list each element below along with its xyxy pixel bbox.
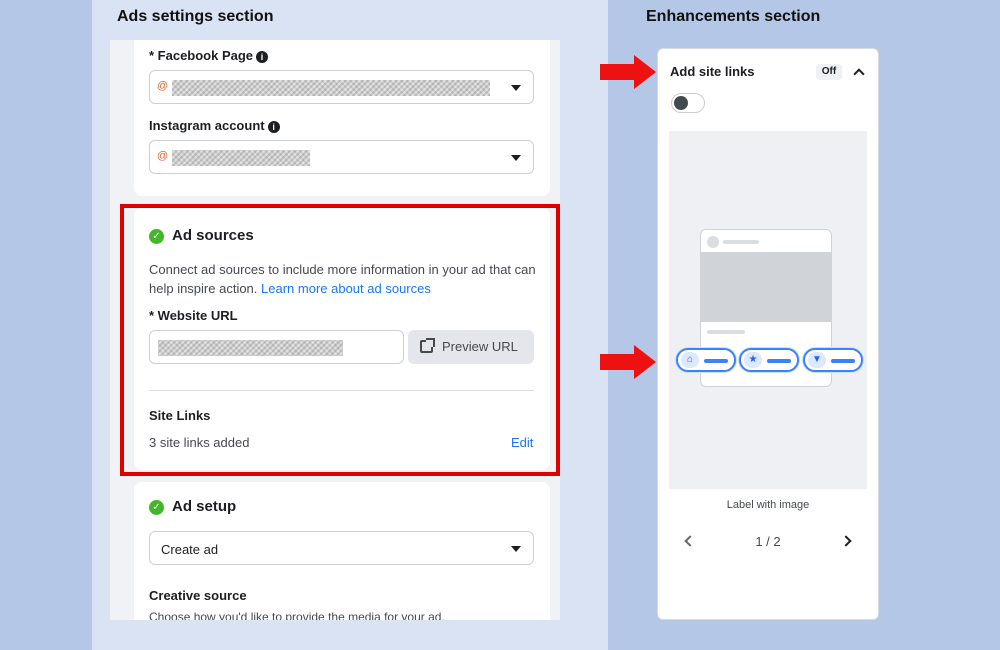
- identity-card: * Facebook Page i @ Instagram account i @: [134, 40, 550, 196]
- check-circle-icon: ✓: [149, 500, 164, 515]
- arrow-shaft: [600, 64, 636, 80]
- image-placeholder: [701, 252, 831, 322]
- toggle-knob: [674, 96, 688, 110]
- preview-caption: Label with image: [726, 499, 810, 511]
- info-icon[interactable]: i: [267, 121, 280, 133]
- pill-label-placeholder: [704, 359, 728, 363]
- ad-setup-title: Ad setup: [172, 498, 237, 515]
- text-placeholder: [723, 240, 759, 244]
- redacted-page-name: [172, 80, 490, 96]
- add-site-links-title: Add site links: [670, 64, 755, 79]
- instagram-account-label-text: Instagram account: [149, 118, 265, 133]
- caret-down-icon: [511, 546, 521, 552]
- instagram-account-select[interactable]: @: [149, 140, 534, 174]
- arrow-right-icon: [600, 345, 656, 379]
- pager-indicator: 1 / 2: [755, 534, 781, 549]
- arrow-shaft: [600, 354, 636, 370]
- pill-label-placeholder: [767, 359, 791, 363]
- site-link-pill: ▼: [803, 348, 863, 372]
- arrow-right-icon: [600, 55, 656, 89]
- creative-source-description: Choose how you'd like to provide the med…: [149, 610, 445, 620]
- instagram-account-label: Instagram account i: [149, 118, 280, 133]
- facebook-page-label-text: * Facebook Page: [149, 48, 254, 63]
- status-badge: Off: [816, 64, 842, 80]
- creative-source-title: Creative source: [149, 588, 247, 603]
- text-placeholder: [707, 330, 745, 334]
- store-icon: ⌂: [681, 352, 699, 368]
- at-icon: @: [157, 150, 169, 162]
- ads-settings-heading: Ads settings section: [117, 8, 274, 25]
- site-links-toggle[interactable]: [671, 93, 705, 113]
- star-icon: ★: [744, 352, 762, 368]
- facebook-page-select[interactable]: @: [149, 70, 534, 104]
- ad-setup-card: ✓ Ad setup Create ad Creative source Cho…: [134, 482, 550, 620]
- pill-label-placeholder: [831, 359, 855, 363]
- ad-setup-select[interactable]: Create ad: [149, 531, 534, 565]
- avatar-placeholder: [707, 236, 719, 248]
- site-link-pill: ★: [739, 348, 799, 372]
- arrow-head: [634, 345, 656, 379]
- caret-down-icon: [511, 155, 521, 161]
- arrow-head: [634, 55, 656, 89]
- redacted-instagram-name: [172, 150, 310, 166]
- highlight-box: [120, 204, 560, 476]
- caret-down-icon: [511, 85, 521, 91]
- ad-setup-select-value: Create ad: [161, 542, 219, 557]
- shirt-icon: ▼: [808, 352, 826, 368]
- site-link-pill: ⌂: [676, 348, 736, 372]
- facebook-page-label: * Facebook Page i: [149, 48, 269, 63]
- info-icon[interactable]: i: [256, 51, 269, 63]
- enhancements-heading: Enhancements section: [646, 8, 821, 25]
- at-icon: @: [157, 80, 169, 92]
